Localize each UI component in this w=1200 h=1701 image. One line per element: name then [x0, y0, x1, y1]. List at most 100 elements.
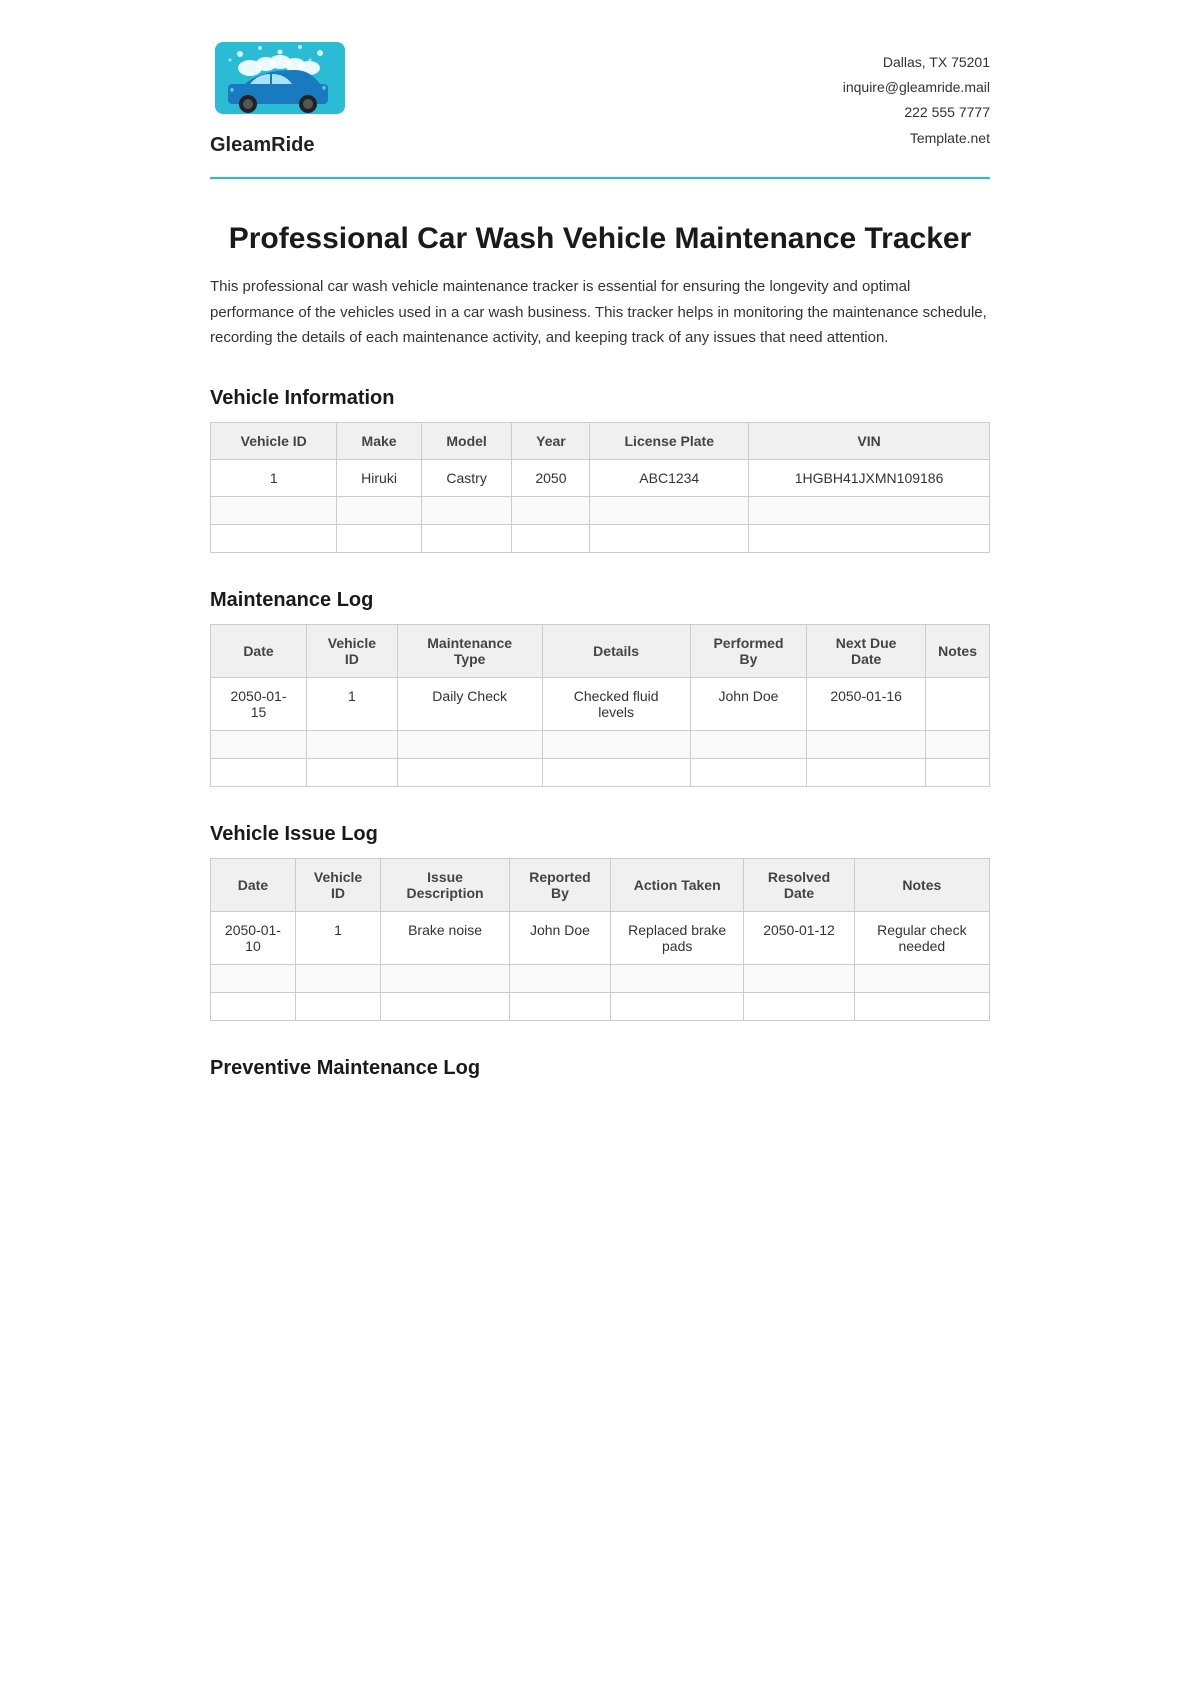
- vi-id-empty: [211, 496, 337, 524]
- il-date-e2: [211, 992, 296, 1020]
- ml-col-vid: Vehicle ID: [306, 624, 397, 677]
- ml-date: 2050-01-15: [211, 677, 307, 730]
- maintenance-log-header: Date Vehicle ID Maintenance Type Details…: [211, 624, 990, 677]
- company-phone: 222 555 7777: [843, 100, 990, 125]
- ml-col-performed: Performed By: [690, 624, 806, 677]
- vh-col-id: Vehicle ID: [211, 422, 337, 459]
- ml-performed-e: [690, 730, 806, 758]
- issue-log-body: 2050-01-10 1 Brake noise John Doe Replac…: [211, 911, 990, 1020]
- il-date-e: [211, 964, 296, 992]
- issue-log-header: Date Vehicle ID Issue Description Report…: [211, 858, 990, 911]
- il-vid: 1: [295, 911, 380, 964]
- ml-type-e: [397, 730, 542, 758]
- table-row: 2050-01-10 1 Brake noise John Doe Replac…: [211, 911, 990, 964]
- vi-year-empty2: [512, 524, 590, 552]
- table-row: [211, 992, 990, 1020]
- contact-info: Dallas, TX 75201 inquire@gleamride.mail …: [843, 50, 990, 151]
- ml-type-e2: [397, 758, 542, 786]
- ml-notes-e2: [926, 758, 990, 786]
- il-col-vid: Vehicle ID: [295, 858, 380, 911]
- il-date: 2050-01-10: [211, 911, 296, 964]
- company-name: GleamRide: [210, 134, 314, 157]
- il-resolved: 2050-01-12: [744, 911, 854, 964]
- ml-date-e2: [211, 758, 307, 786]
- vehicle-info-header: Vehicle ID Make Model Year License Plate…: [211, 422, 990, 459]
- il-resolved-e: [744, 964, 854, 992]
- il-vid-e2: [295, 992, 380, 1020]
- maintenance-log-table: Date Vehicle ID Maintenance Type Details…: [210, 624, 990, 787]
- vi-model: Castry: [421, 459, 512, 496]
- vi-model-empty: [421, 496, 512, 524]
- table-row: [211, 964, 990, 992]
- vi-plate-empty2: [590, 524, 749, 552]
- vi-make: Hiruki: [337, 459, 421, 496]
- vi-vin: 1HGBH41JXMN109186: [749, 459, 990, 496]
- table-row: [211, 496, 990, 524]
- il-vid-e: [295, 964, 380, 992]
- ml-performed: John Doe: [690, 677, 806, 730]
- il-action-e: [611, 964, 744, 992]
- vi-make-empty2: [337, 524, 421, 552]
- vh-col-model: Model: [421, 422, 512, 459]
- vh-col-year: Year: [512, 422, 590, 459]
- ml-nextdue-e: [807, 730, 926, 758]
- preventive-maintenance-title: Preventive Maintenance Log: [210, 1057, 990, 1080]
- company-address: Dallas, TX 75201: [843, 50, 990, 75]
- vehicle-issue-log-table: Date Vehicle ID Issue Description Report…: [210, 858, 990, 1021]
- document-title: Professional Car Wash Vehicle Maintenanc…: [210, 219, 990, 258]
- logo-area: GleamRide: [210, 40, 350, 157]
- maintenance-log-title: Maintenance Log: [210, 589, 990, 612]
- company-email: inquire@gleamride.mail: [843, 75, 990, 100]
- vi-vin-empty2: [749, 524, 990, 552]
- company-logo: [210, 40, 350, 130]
- il-issue-e2: [381, 992, 510, 1020]
- il-issue: Brake noise: [381, 911, 510, 964]
- ml-vid-e2: [306, 758, 397, 786]
- il-action: Replaced brake pads: [611, 911, 744, 964]
- ml-notes: [926, 677, 990, 730]
- ml-performed-e2: [690, 758, 806, 786]
- il-issue-e: [381, 964, 510, 992]
- ml-vid: 1: [306, 677, 397, 730]
- ml-notes-e: [926, 730, 990, 758]
- table-row: 2050-01-15 1 Daily Check Checked fluid l…: [211, 677, 990, 730]
- il-col-resolved: Resolved Date: [744, 858, 854, 911]
- il-reported-e: [509, 964, 610, 992]
- ml-col-notes: Notes: [926, 624, 990, 677]
- table-row: [211, 758, 990, 786]
- il-col-notes: Notes: [854, 858, 989, 911]
- il-resolved-e2: [744, 992, 854, 1020]
- vehicle-information-table: Vehicle ID Make Model Year License Plate…: [210, 422, 990, 553]
- il-col-reported: Reported By: [509, 858, 610, 911]
- vi-plate: ABC1234: [590, 459, 749, 496]
- ml-details: Checked fluid levels: [542, 677, 690, 730]
- document-description: This professional car wash vehicle maint…: [210, 274, 990, 351]
- ml-details-e: [542, 730, 690, 758]
- vi-year-empty: [512, 496, 590, 524]
- il-reported: John Doe: [509, 911, 610, 964]
- vh-col-make: Make: [337, 422, 421, 459]
- vi-year: 2050: [512, 459, 590, 496]
- vi-model-empty2: [421, 524, 512, 552]
- ml-date-e: [211, 730, 307, 758]
- vehicle-issue-log-title: Vehicle Issue Log: [210, 823, 990, 846]
- il-action-e2: [611, 992, 744, 1020]
- il-col-issue: Issue Description: [381, 858, 510, 911]
- il-reported-e2: [509, 992, 610, 1020]
- maintenance-log-body: 2050-01-15 1 Daily Check Checked fluid l…: [211, 677, 990, 786]
- company-website: Template.net: [843, 126, 990, 151]
- vi-vin-empty: [749, 496, 990, 524]
- table-row: [211, 730, 990, 758]
- ml-col-date: Date: [211, 624, 307, 677]
- vi-plate-empty: [590, 496, 749, 524]
- vh-col-plate: License Plate: [590, 422, 749, 459]
- ml-details-e2: [542, 758, 690, 786]
- il-col-action: Action Taken: [611, 858, 744, 911]
- ml-nextdue-e2: [807, 758, 926, 786]
- header-divider: [210, 177, 990, 179]
- ml-col-type: Maintenance Type: [397, 624, 542, 677]
- ml-nextdue: 2050-01-16: [807, 677, 926, 730]
- il-notes-e: [854, 964, 989, 992]
- table-row: [211, 524, 990, 552]
- table-row: 1 Hiruki Castry 2050 ABC1234 1HGBH41JXMN…: [211, 459, 990, 496]
